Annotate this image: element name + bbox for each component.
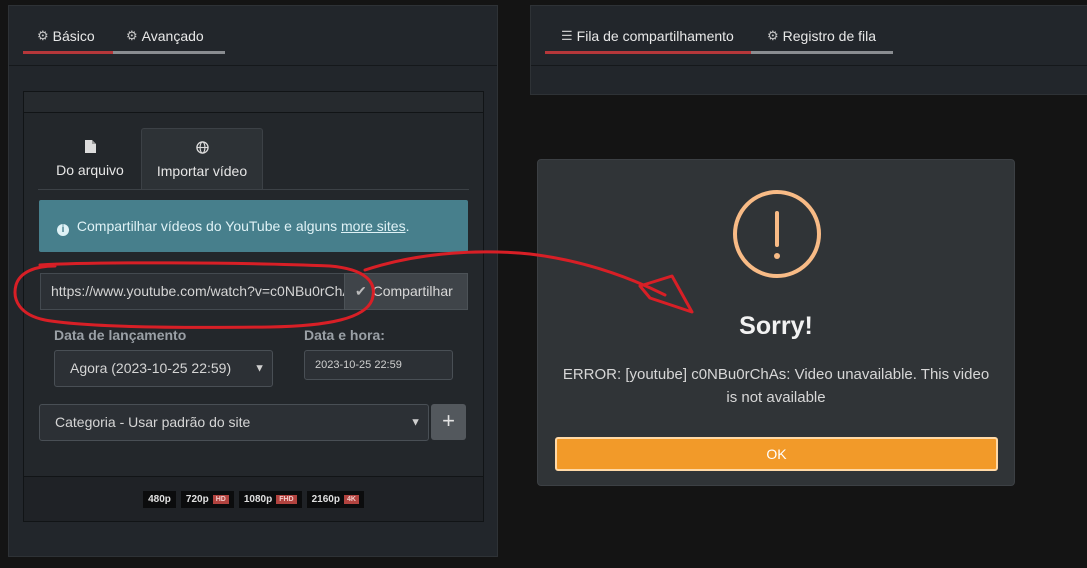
datetime-input[interactable]: 2023-10-25 22:59 — [304, 350, 453, 380]
resolution-label: 1080p — [243, 494, 273, 505]
video-url-input[interactable]: https://www.youtube.com/watch?v=c0NBu0rC… — [40, 273, 346, 310]
ok-button[interactable]: OK — [555, 437, 998, 471]
resolution-badge-1080p: 1080p FHD — [238, 491, 302, 508]
resolution-badge-720p: 720p HD — [180, 491, 234, 508]
warning-bar — [775, 211, 779, 247]
subtab-importar-video-label: Importar vídeo — [156, 163, 248, 179]
tab-avancado-underline — [113, 51, 225, 54]
file-icon — [39, 140, 141, 156]
modal-title: Sorry! — [739, 312, 813, 340]
category-select[interactable]: Categoria - Usar padrão do site ▼ — [39, 404, 429, 441]
check-icon: ✔ — [355, 283, 367, 299]
release-select[interactable]: Agora (2023-10-25 22:59) ▼ — [54, 350, 273, 387]
category-select-value: Categoria - Usar padrão do site — [55, 414, 251, 430]
gear-icon: ⚙ — [767, 28, 779, 43]
queue-panel: ☰ Fila de compartilhamento ⚙ Registro de… — [530, 5, 1087, 95]
gears-icon: ⚙ — [126, 28, 138, 43]
info-suffix: . — [405, 218, 410, 234]
info-text: Compartilhar vídeos do YouTube e alguns — [76, 218, 338, 234]
add-category-button[interactable]: + — [431, 404, 466, 440]
tab-basico-underline — [23, 51, 113, 54]
release-select-value: Agora (2023-10-25 22:59) — [70, 360, 232, 376]
info-icon: i — [57, 224, 69, 236]
upload-panel: ⚙ Básico ⚙ Avançado Do arquivo Importar … — [8, 5, 498, 557]
tab-fila-underline — [545, 51, 751, 54]
globe-icon — [142, 141, 262, 157]
chevron-down-icon: ▼ — [254, 362, 265, 374]
tab-fila-label: Fila de compartilhamento — [576, 28, 734, 44]
modal-message: ERROR: [youtube] c0NBu0rChAs: Video unav… — [562, 366, 990, 406]
tab-basico-label: Básico — [52, 28, 95, 44]
warning-dot — [774, 253, 780, 259]
subtab-do-arquivo[interactable]: Do arquivo — [39, 128, 141, 190]
info-alert: i Compartilhar vídeos do YouTube e algun… — [39, 200, 468, 252]
subtab-divider — [38, 189, 469, 190]
resolution-tag: FHD — [276, 495, 297, 504]
resolution-footer: 480p 720p HD 1080p FHD 2160p 4K — [24, 476, 483, 521]
datetime-label: Data e hora: — [304, 327, 385, 343]
resolution-label: 720p — [185, 494, 209, 505]
error-modal: Sorry! ERROR: [youtube] c0NBu0rChAs: Vid… — [537, 159, 1015, 486]
resolution-tag: HD — [212, 495, 229, 504]
resolution-list: 480p 720p HD 1080p FHD 2160p 4K — [24, 491, 483, 508]
server-icon: ☰ — [561, 28, 573, 43]
resolution-badge-480p: 480p — [143, 491, 176, 508]
tab-avancado-label: Avançado — [141, 28, 204, 44]
release-label: Data de lançamento — [54, 327, 187, 343]
settings-tabbar: ⚙ Básico ⚙ Avançado — [9, 6, 497, 66]
tab-registro-label: Registro de fila — [782, 28, 877, 44]
resolution-label: 2160p — [311, 494, 340, 505]
import-form-box: Do arquivo Importar vídeo i Compartilhar… — [23, 91, 484, 522]
gear-icon: ⚙ — [37, 28, 49, 43]
share-button-label: Compartilhar — [372, 283, 453, 299]
subtab-do-arquivo-label: Do arquivo — [56, 162, 124, 178]
resolution-tag: 4K — [343, 495, 359, 504]
resolution-label: 480p — [148, 494, 171, 505]
more-sites-link[interactable]: more sites — [341, 218, 406, 234]
resolution-badge-2160p: 2160p 4K — [306, 491, 364, 508]
form-header — [24, 92, 483, 113]
tab-registro-underline — [751, 51, 893, 54]
queue-tabbar: ☰ Fila de compartilhamento ⚙ Registro de… — [531, 6, 1087, 66]
share-button[interactable]: ✔ Compartilhar — [344, 273, 468, 310]
warning-icon — [733, 190, 821, 278]
subtab-importar-video[interactable]: Importar vídeo — [141, 128, 263, 190]
chevron-down-icon: ▼ — [410, 416, 421, 428]
